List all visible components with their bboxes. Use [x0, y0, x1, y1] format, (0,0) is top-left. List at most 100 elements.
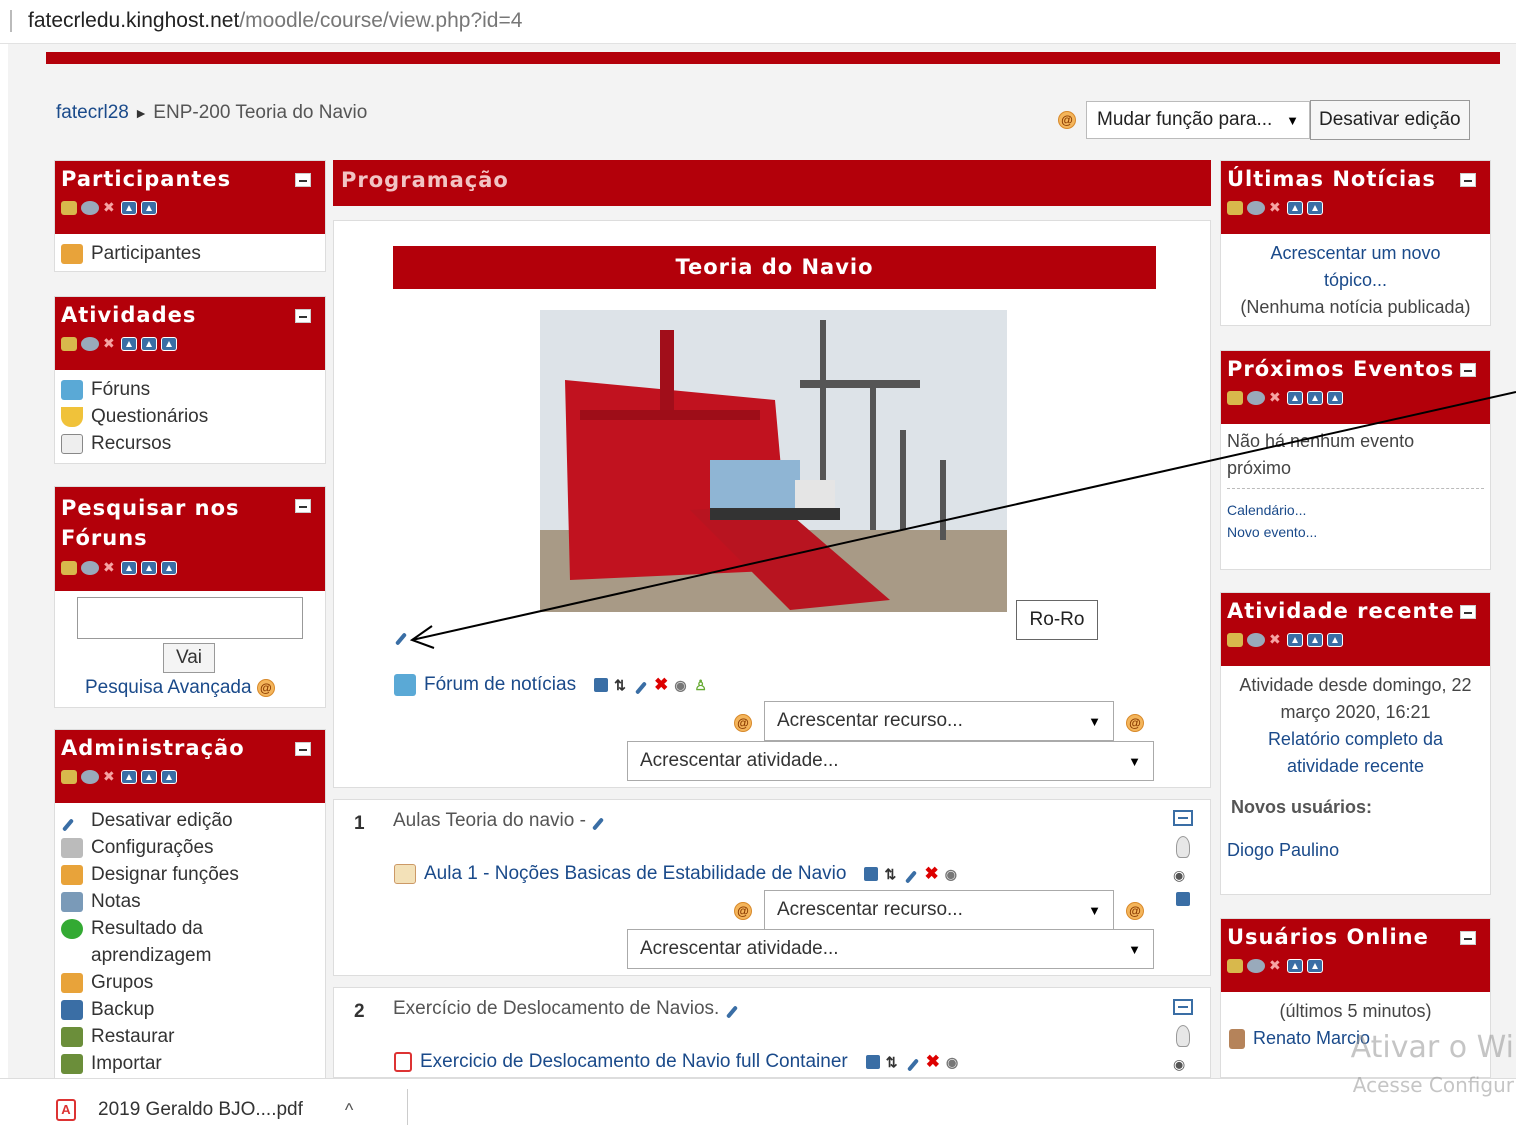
down-icon[interactable] [1307, 391, 1323, 405]
full-report-link[interactable]: Relatório completo da atividade recente [1221, 726, 1490, 780]
move-icon[interactable]: ✖ [103, 337, 117, 351]
indent-icon[interactable] [594, 678, 609, 692]
eye-icon[interactable] [1247, 391, 1265, 405]
visibility-icon[interactable]: ◉ [945, 867, 959, 881]
up-icon[interactable] [121, 337, 137, 351]
collapse-icon[interactable] [1173, 999, 1193, 1015]
move-icon[interactable]: ⇅ [614, 678, 628, 692]
edit-pencil-icon[interactable] [634, 674, 648, 696]
minimize-icon[interactable] [295, 173, 311, 187]
up-icon[interactable] [1287, 959, 1303, 973]
minimize-icon[interactable] [1460, 605, 1476, 619]
down-icon[interactable] [1307, 201, 1323, 215]
indent-icon[interactable] [865, 1055, 880, 1069]
edit-pencil-icon[interactable] [906, 1051, 920, 1073]
role-select[interactable]: Mudar função para... ▼ [1086, 101, 1310, 139]
admin-restore[interactable]: Restaurar [61, 1023, 319, 1050]
right-icon[interactable] [161, 561, 177, 575]
help-icon[interactable]: @ [1126, 714, 1144, 732]
down-icon[interactable] [141, 561, 157, 575]
eye-icon[interactable] [1247, 633, 1265, 647]
quizzes-link[interactable]: Questionários [61, 403, 319, 430]
roles-icon[interactable] [1227, 391, 1243, 405]
up-icon[interactable] [1287, 633, 1303, 647]
admin-assign-roles[interactable]: Designar funções [61, 861, 319, 888]
edit-pencil-icon[interactable] [725, 998, 739, 1019]
go-button[interactable]: Vai [163, 643, 215, 673]
eye-icon[interactable] [81, 201, 99, 215]
up-icon[interactable] [1287, 391, 1303, 405]
search-input[interactable] [77, 597, 303, 639]
chevron-up-icon[interactable]: ^ [345, 1100, 353, 1121]
exercise-link[interactable]: Exercicio de Deslocamento de Navio full … [420, 1051, 848, 1073]
help-icon[interactable]: @ [1126, 902, 1144, 920]
forums-link[interactable]: Fóruns [61, 376, 319, 403]
down-icon[interactable] [1307, 633, 1323, 647]
forum-news-link[interactable]: Fórum de notícias [424, 674, 576, 696]
indent-icon[interactable] [864, 867, 879, 881]
download-item[interactable]: A 2019 Geraldo BJO....pdf ^ [56, 1099, 353, 1121]
down-icon[interactable] [141, 770, 157, 784]
eye-icon[interactable] [81, 770, 99, 784]
move-icon[interactable]: ✖ [1269, 633, 1283, 647]
right-icon[interactable] [1327, 633, 1343, 647]
move-icon[interactable]: ✖ [103, 770, 117, 784]
right-icon[interactable] [1327, 391, 1343, 405]
minimize-icon[interactable] [295, 309, 311, 323]
up-icon[interactable] [1287, 201, 1303, 215]
eye-icon[interactable] [81, 561, 99, 575]
admin-groups[interactable]: Grupos [61, 969, 319, 996]
move-icon[interactable]: ✖ [1269, 201, 1283, 215]
add-resource-select-1[interactable]: Acrescentar recurso... ▼ [764, 890, 1114, 930]
roles-icon[interactable] [61, 201, 77, 215]
highlight-bulb-icon[interactable] [1176, 1025, 1190, 1047]
down-icon[interactable] [141, 201, 157, 215]
edit-pencil-icon[interactable] [904, 863, 918, 885]
down-icon[interactable] [1307, 959, 1323, 973]
admin-grades[interactable]: Notas [61, 888, 319, 915]
highlight-bulb-icon[interactable] [1176, 836, 1190, 858]
roles-icon[interactable] [61, 770, 77, 784]
move-icon[interactable]: ✖ [103, 201, 117, 215]
collapse-icon[interactable] [1173, 810, 1193, 826]
add-activity-select[interactable]: Acrescentar atividade... ▼ [627, 741, 1154, 781]
down-icon[interactable] [141, 337, 157, 351]
right-icon[interactable] [161, 770, 177, 784]
move-icon[interactable]: ✖ [1269, 959, 1283, 973]
move-icon[interactable]: ⇅ [886, 1055, 900, 1069]
minimize-icon[interactable] [295, 742, 311, 756]
new-event-link[interactable]: Novo evento... [1227, 521, 1484, 543]
admin-outcomes-line2[interactable]: aprendizagem [61, 942, 319, 969]
roles-icon[interactable] [1227, 959, 1243, 973]
participants-link[interactable]: Participantes [61, 240, 319, 267]
admin-backup[interactable]: Backup [61, 996, 319, 1023]
lesson-link[interactable]: Aula 1 - Noções Basicas de Estabilidade … [424, 863, 846, 885]
address-bar[interactable]: fatecrledu.kinghost.net/moodle/course/vi… [0, 0, 1516, 44]
visibility-icon[interactable]: ◉ [1173, 1057, 1193, 1071]
calendar-link[interactable]: Calendário... [1227, 499, 1484, 521]
roles-icon[interactable] [61, 337, 77, 351]
resources-link[interactable]: Recursos [61, 430, 319, 457]
eye-icon[interactable] [1247, 201, 1265, 215]
delete-icon[interactable]: ✖ [654, 675, 668, 695]
roles-icon[interactable] [1227, 201, 1243, 215]
minimize-icon[interactable] [295, 499, 311, 513]
advanced-search-link[interactable]: Pesquisa Avançada @ [85, 677, 275, 699]
help-icon[interactable]: @ [734, 714, 752, 732]
add-topic-link[interactable]: Acrescentar um novo tópico... [1221, 240, 1490, 294]
visibility-icon[interactable]: ◉ [946, 1055, 960, 1069]
groups-icon[interactable]: ♙ [694, 678, 708, 692]
url-text[interactable]: fatecrledu.kinghost.net/moodle/course/vi… [28, 9, 522, 33]
add-activity-select-1[interactable]: Acrescentar atividade... ▼ [627, 929, 1154, 969]
help-icon[interactable]: @ [734, 902, 752, 920]
admin-disable-editing[interactable]: Desativar edição [61, 807, 319, 834]
help-icon[interactable]: @ [1058, 111, 1076, 129]
disable-editing-button[interactable]: Desativar edição [1310, 100, 1470, 140]
move-down-icon[interactable] [1176, 892, 1190, 906]
admin-settings[interactable]: Configurações [61, 834, 319, 861]
roles-icon[interactable] [61, 561, 77, 575]
breadcrumb-site[interactable]: fatecrl28 [56, 102, 129, 123]
move-icon[interactable]: ✖ [1269, 391, 1283, 405]
help-icon[interactable]: @ [256, 678, 275, 697]
up-icon[interactable] [121, 201, 137, 215]
